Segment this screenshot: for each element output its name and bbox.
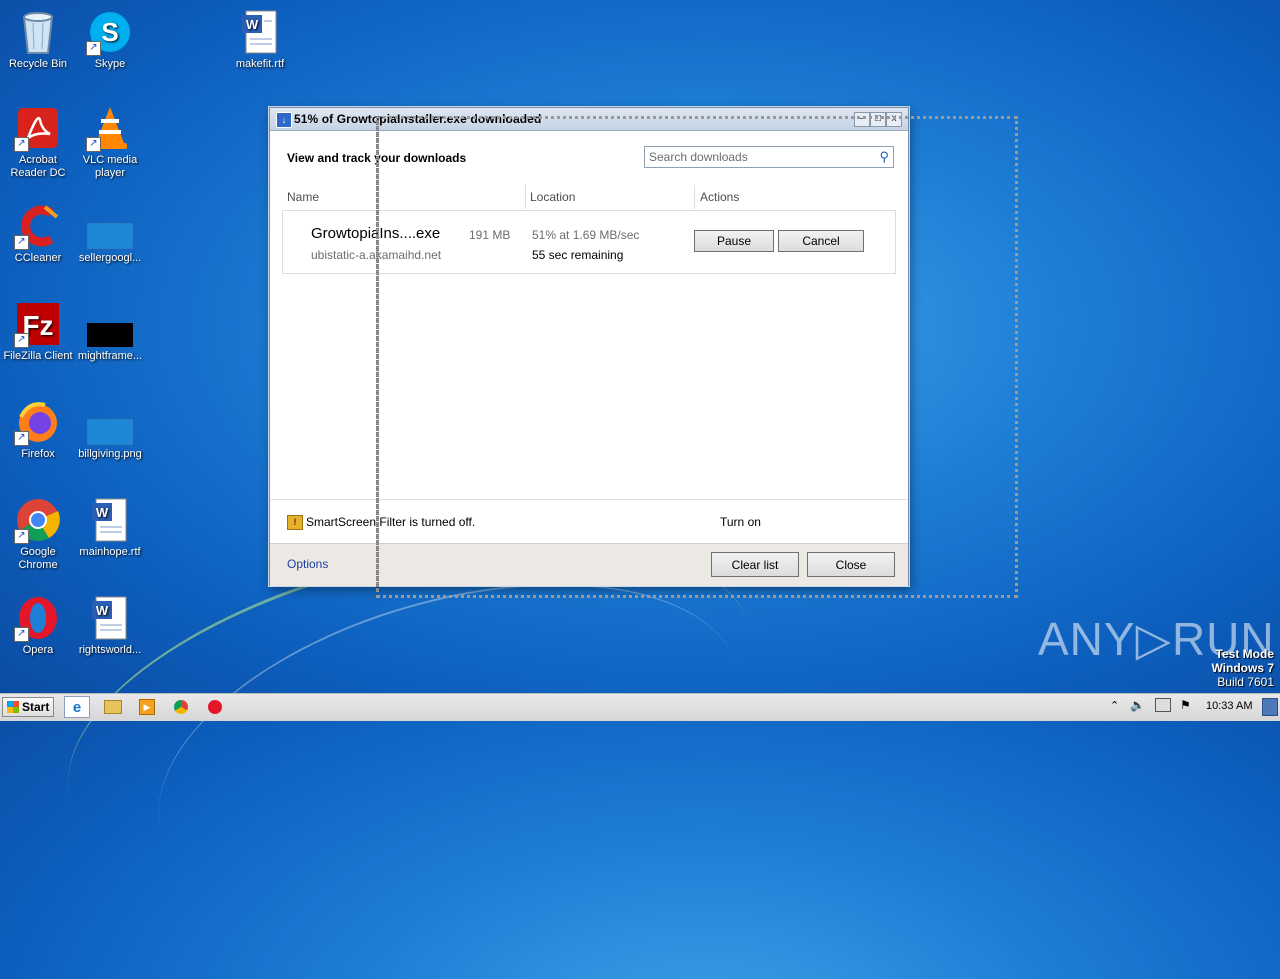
desktop-icon-label: mightframe...	[77, 350, 143, 362]
volume-icon[interactable]: 🔈	[1130, 698, 1145, 712]
desktop-icon-vlc[interactable]: ↗ VLC media player	[72, 104, 148, 180]
word-document-icon: W	[86, 594, 134, 642]
desktop-icon-acrobat[interactable]: ↗ Acrobat Reader DC	[0, 104, 76, 180]
shortcut-arrow-icon: ↗	[14, 431, 29, 446]
desktop-icon-opera[interactable]: ↗ Opera	[0, 594, 76, 657]
desktop-icon-ccleaner[interactable]: ↗ CCleaner	[0, 202, 76, 265]
column-name[interactable]: Name	[287, 190, 319, 204]
desktop-icon-label: Acrobat Reader DC	[10, 154, 66, 179]
svg-text:W: W	[96, 603, 109, 618]
desktop-icon-label: VLC media player	[82, 154, 138, 179]
start-button[interactable]: Start	[2, 697, 54, 717]
internet-explorer-icon: e	[72, 698, 82, 716]
desktop-icon-label: Google Chrome	[18, 546, 58, 571]
desktop-icon-label: Skype	[94, 58, 126, 70]
taskbar-internet-explorer[interactable]: e	[64, 696, 90, 718]
desktop-icon-chrome[interactable]: ↗ Google Chrome	[0, 496, 76, 572]
test-mode-watermark: Test Mode Windows 7 Build 7601	[1211, 647, 1274, 689]
start-label: Start	[22, 700, 50, 714]
desktop-icon-billgiving[interactable]: billgiving.png	[72, 398, 148, 461]
vlc-icon: ↗	[86, 104, 134, 152]
acrobat-icon: ↗	[14, 104, 62, 152]
desktop-icon-label: Firefox	[21, 448, 55, 460]
taskbar-chrome[interactable]	[168, 696, 194, 718]
shortcut-arrow-icon: ↗	[14, 137, 29, 152]
shortcut-arrow-icon: ↗	[14, 627, 29, 642]
desktop-icon-label: FileZilla Client	[3, 350, 73, 362]
blank-file-icon	[86, 398, 134, 446]
window-drag-outline-edge	[376, 116, 379, 592]
taskbar-explorer[interactable]	[100, 696, 126, 718]
desktop-icon-rightsworld[interactable]: W rightsworld...	[72, 594, 148, 657]
desktop-icon-label: sellergoogl...	[78, 252, 142, 264]
shortcut-arrow-icon: ↗	[14, 235, 29, 250]
firefox-icon: ↗	[14, 398, 62, 446]
shortcut-arrow-icon: ↗	[86, 41, 101, 56]
desktop-icon-mainhope[interactable]: W mainhope.rtf	[72, 496, 148, 559]
shield-warning-icon: !	[287, 515, 303, 530]
word-document-icon: W	[86, 496, 134, 544]
desktop-icon-mightframe[interactable]: mightframe...	[72, 300, 148, 363]
blank-file-icon	[86, 202, 134, 250]
os-label: Windows 7	[1211, 661, 1274, 675]
desktop-icon-label: Recycle Bin	[8, 58, 68, 70]
taskbar-media-player[interactable]: ▶	[134, 696, 160, 718]
taskbar-clock[interactable]: 10:33 AM	[1206, 700, 1252, 712]
opera-icon: ↗	[14, 594, 62, 642]
window-drag-outline	[376, 116, 1018, 598]
desktop-icon-label: mainhope.rtf	[79, 546, 141, 558]
shortcut-arrow-icon: ↗	[14, 529, 29, 544]
black-image-icon	[86, 300, 134, 348]
desktop-icon-label: Opera	[22, 644, 54, 656]
desktop-icon-sellergoogl[interactable]: sellergoogl...	[72, 202, 148, 265]
desktop-icon-firefox[interactable]: ↗ Firefox	[0, 398, 76, 461]
filezilla-icon: Fz ↗	[14, 300, 62, 348]
svg-text:S: S	[101, 17, 118, 47]
shortcut-arrow-icon: ↗	[86, 137, 101, 152]
desktop-icon-filezilla[interactable]: Fz ↗ FileZilla Client	[0, 300, 76, 363]
desktop-icon-makefit[interactable]: W makefit.rtf	[222, 8, 298, 71]
svg-text:W: W	[246, 17, 259, 32]
desktop-icon-recycle-bin[interactable]: Recycle Bin	[0, 8, 76, 71]
tray-expand-icon[interactable]: ⌃	[1110, 699, 1119, 712]
desktop-icon-label: CCleaner	[14, 252, 62, 264]
desktop-icon-label: billgiving.png	[78, 448, 142, 460]
ccleaner-icon: ↗	[14, 202, 62, 250]
word-document-icon: W	[236, 8, 284, 56]
chrome-icon	[174, 700, 188, 714]
windows-logo-icon	[7, 701, 19, 713]
chrome-icon: ↗	[14, 496, 62, 544]
skype-icon: S ↗	[86, 8, 134, 56]
taskbar: Start e ▶ ⌃ 🔈 ⚑ 10:33 AM	[0, 693, 1280, 721]
svg-text:W: W	[96, 505, 109, 520]
media-player-icon: ▶	[139, 699, 155, 715]
desktop-icon-skype[interactable]: S ↗ Skype	[72, 8, 148, 71]
taskbar-opera[interactable]	[202, 696, 228, 718]
show-desktop-button[interactable]	[1262, 698, 1278, 716]
recycle-bin-icon	[14, 8, 62, 56]
ie-download-icon: ↓	[276, 112, 292, 128]
explorer-folder-icon	[104, 700, 122, 714]
build-label: Build 7601	[1217, 675, 1274, 689]
test-mode-label: Test Mode	[1215, 647, 1274, 661]
shortcut-arrow-icon: ↗	[14, 333, 29, 348]
desktop-icon-label: makefit.rtf	[235, 58, 285, 70]
network-icon[interactable]	[1155, 698, 1171, 712]
options-link[interactable]: Options	[287, 557, 328, 571]
action-center-flag-icon[interactable]: ⚑	[1180, 698, 1191, 712]
opera-icon	[208, 700, 222, 714]
desktop-icon-label: rightsworld...	[78, 644, 142, 656]
